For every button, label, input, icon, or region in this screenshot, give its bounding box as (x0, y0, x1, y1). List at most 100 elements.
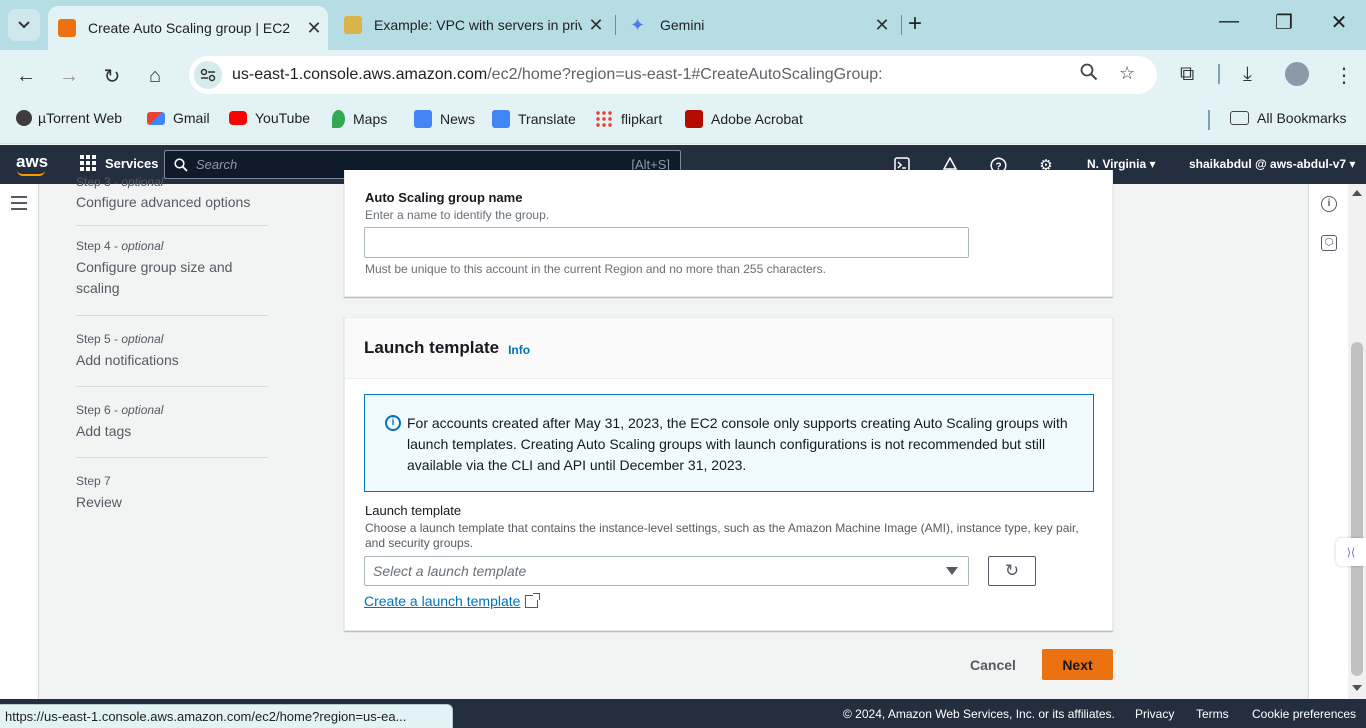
launch-template-select[interactable]: Select a launch template (364, 556, 969, 586)
bookmark-label: Gmail (173, 110, 210, 126)
url-host: us-east-1.console.aws.amazon.com (232, 66, 488, 83)
toolbar-divider (1218, 64, 1220, 84)
site-info-icon[interactable] (194, 61, 222, 89)
privacy-link[interactable]: Privacy (1135, 707, 1174, 721)
new-tab-plus-icon[interactable]: + (908, 10, 922, 38)
forward-arrow-icon[interactable]: → (55, 62, 83, 90)
launch-template-header: Launch template Info (345, 318, 1112, 379)
bookmarks-bar: µTorrent Web Gmail YouTube Maps News Tra… (0, 100, 1366, 144)
bookmark-adobe-acrobat[interactable]: Adobe Acrobat (685, 110, 803, 128)
bookmark-translate[interactable]: Translate (492, 110, 576, 128)
launch-template-panel: Launch template Info i For accounts crea… (344, 317, 1113, 631)
utorrent-icon (16, 110, 32, 126)
bookmark-label: Translate (518, 111, 576, 127)
create-link-label: Create a launch template (364, 593, 521, 609)
bookmark-label: Adobe Acrobat (711, 111, 803, 127)
tab-search-button[interactable] (8, 9, 40, 41)
create-launch-template-link[interactable]: Create a launch template (364, 592, 541, 609)
close-icon[interactable]: ✕ (582, 15, 610, 36)
scroll-down-arrow-icon[interactable] (1352, 685, 1362, 691)
home-icon[interactable]: ⌂ (141, 62, 169, 90)
translate-icon (492, 110, 510, 128)
window-close-icon[interactable]: ✕ (1319, 10, 1359, 35)
step-7[interactable]: Step 7 Review (76, 458, 268, 525)
gmail-icon (147, 111, 165, 125)
tab-create-asg[interactable]: Create Auto Scaling group | EC2 ✕ (48, 6, 328, 50)
alert-text: For accounts created after May 31, 2023,… (407, 415, 1068, 473)
restore-icon[interactable]: ❐ (1264, 10, 1304, 35)
close-icon[interactable]: ✕ (868, 15, 896, 36)
bookmark-label: YouTube (255, 110, 311, 126)
step-name: Add tags (76, 423, 132, 439)
bookmark-utorrent[interactable]: µTorrent Web (16, 110, 122, 126)
bookmarks-divider (1208, 110, 1210, 130)
caret-down-icon (946, 567, 958, 575)
step-5[interactable]: Step 5 - optional Add notifications (76, 316, 268, 387)
cookie-preferences-link[interactable]: Cookie preferences (1252, 707, 1356, 721)
terms-link[interactable]: Terms (1196, 707, 1229, 721)
step-6[interactable]: Step 6 - optional Add tags (76, 387, 268, 458)
hamburger-menu-icon[interactable] (11, 196, 27, 214)
url-text: us-east-1.console.aws.amazon.com/ec2/hom… (232, 66, 883, 84)
grid-icon (80, 155, 96, 171)
bookmark-flipkart[interactable]: flipkart (595, 110, 662, 128)
tab-gemini[interactable]: ✦ Gemini ✕ (620, 6, 896, 44)
tab-vpc-example[interactable]: Example: VPC with servers in private sub… (334, 6, 610, 44)
hexagon-tools-icon[interactable]: ⬡ (1321, 235, 1337, 251)
next-button[interactable]: Next (1042, 649, 1113, 680)
back-arrow-icon[interactable]: ← (12, 62, 40, 90)
bookmark-star-icon[interactable]: ☆ (1119, 63, 1135, 84)
asg-name-input[interactable] (364, 227, 969, 258)
wizard-steps-nav: Step 3 - optional Configure advanced opt… (76, 175, 268, 525)
refresh-icon: ↻ (1004, 561, 1020, 580)
step-4[interactable]: Step 4 - optional Configure group size a… (76, 226, 268, 316)
account-menu[interactable]: shaikabdul @ aws-abdul-v7 ▾ (1189, 157, 1355, 171)
page-scrollbar[interactable] (1348, 184, 1366, 699)
region-selector[interactable]: N. Virginia ▾ (1087, 157, 1155, 171)
aws-logo[interactable]: aws (16, 152, 48, 172)
tab-separator (615, 15, 616, 35)
youtube-icon (229, 111, 247, 125)
all-bookmarks-button[interactable]: All Bookmarks (1230, 110, 1346, 126)
minimize-icon[interactable]: — (1209, 10, 1249, 33)
address-bar[interactable]: us-east-1.console.aws.amazon.com/ec2/hom… (189, 56, 1157, 94)
launch-config-alert: i For accounts created after May 31, 202… (364, 394, 1094, 492)
zoom-magnifier-icon[interactable] (1080, 63, 1098, 86)
bookmark-news[interactable]: News (414, 110, 475, 128)
left-navigation-rail (0, 184, 39, 699)
search-icon (174, 157, 188, 172)
profile-avatar[interactable] (1285, 62, 1309, 86)
bookmark-label: flipkart (621, 111, 663, 127)
info-link[interactable]: Info (508, 343, 530, 357)
extensions-puzzle-icon[interactable]: ⧉ (1180, 63, 1194, 86)
acrobat-icon (685, 110, 703, 128)
kebab-menu-icon[interactable]: ⋮ (1334, 63, 1354, 88)
step-name: Review (76, 494, 122, 510)
tab-title: Gemini (660, 17, 705, 33)
bookmark-maps[interactable]: Maps (332, 110, 387, 128)
bookmark-gmail[interactable]: Gmail (147, 110, 210, 126)
asg-name-description: Enter a name to identify the group. (365, 208, 550, 222)
step-3[interactable]: Step 3 - optional Configure advanced opt… (76, 175, 268, 226)
scroll-up-arrow-icon[interactable] (1352, 190, 1362, 196)
collapse-arrows-icon[interactable]: ⟩⟨ (1336, 538, 1366, 566)
copyright-text: © 2024, Amazon Web Services, Inc. or its… (843, 707, 1115, 721)
reload-icon[interactable]: ↻ (98, 62, 126, 90)
external-link-icon (525, 592, 541, 608)
step-name: Configure group size and scaling (76, 259, 233, 296)
services-menu-button[interactable]: Services (80, 155, 159, 171)
info-panel-icon[interactable]: i (1321, 196, 1337, 212)
cancel-button[interactable]: Cancel (958, 649, 1028, 680)
refresh-button[interactable]: ↻ (988, 556, 1036, 586)
apps-grid-icon (595, 110, 613, 128)
asg-name-panel: Auto Scaling group name Enter a name to … (344, 170, 1113, 297)
step-name: Add notifications (76, 352, 179, 368)
scrollbar-thumb[interactable] (1351, 342, 1363, 676)
news-icon (414, 110, 432, 128)
download-icon[interactable]: ⤓ (1243, 63, 1252, 86)
close-icon[interactable]: ✕ (300, 18, 328, 39)
bookmark-youtube[interactable]: YouTube (229, 110, 310, 126)
info-circle-icon: i (385, 415, 401, 431)
tab-separator (901, 15, 902, 35)
bookmark-label: All Bookmarks (1257, 110, 1347, 126)
